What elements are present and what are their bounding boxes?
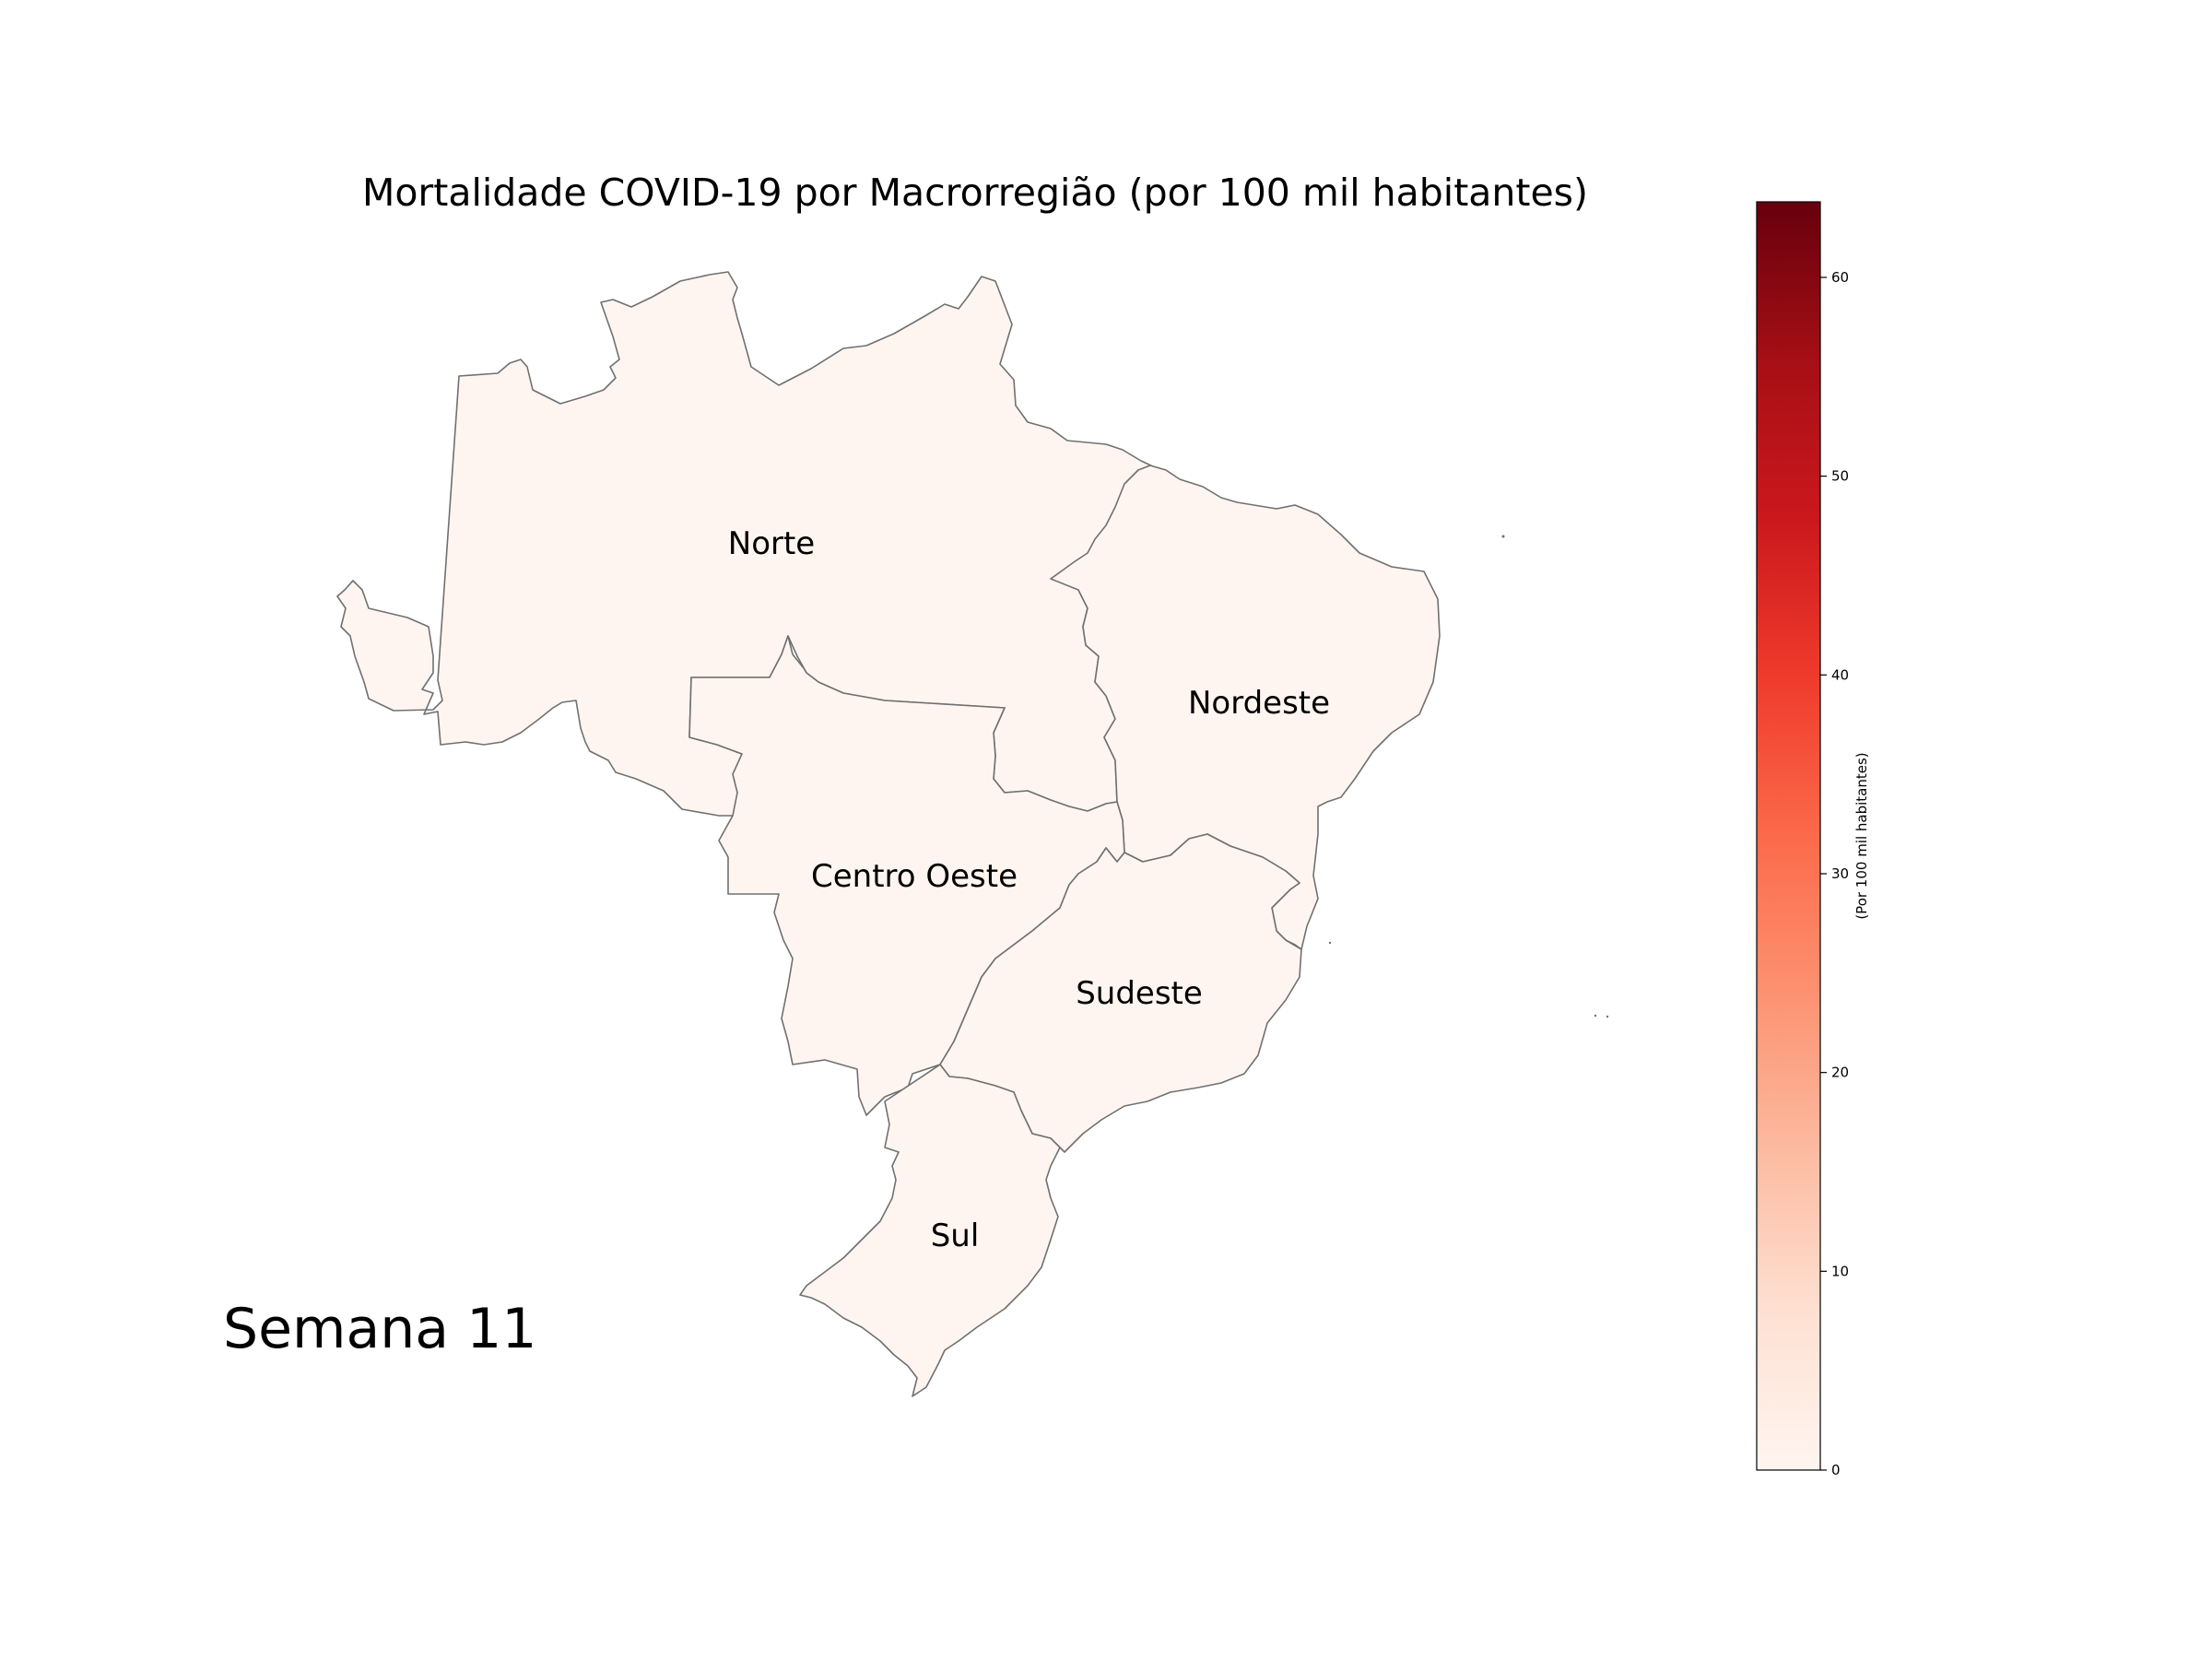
region-label-nordeste: Nordeste <box>1188 685 1330 722</box>
colorbar-tick-label: 0 <box>1831 1462 1841 1478</box>
colorbar-tick-label: 50 <box>1831 468 1849 485</box>
colorbar-tick-label: 10 <box>1831 1263 1849 1279</box>
region-label-norte: Norte <box>728 525 815 562</box>
colorbar-tick-label: 60 <box>1831 269 1849 286</box>
colorbar-tick-label: 20 <box>1831 1065 1849 1081</box>
colorbar-ticks: 0 10 20 30 40 50 60 <box>1820 269 1849 1478</box>
island-marker <box>1328 941 1332 945</box>
region-label-sul: Sul <box>931 1218 980 1254</box>
colorbar-gradient <box>1756 201 1821 1471</box>
island-marker <box>1594 1014 1597 1018</box>
colorbar-tick-label: 30 <box>1831 865 1849 882</box>
map-title: Mortalidade COVID-19 por Macrorregião (p… <box>362 171 1588 215</box>
colorbar-tick-label: 40 <box>1831 666 1849 683</box>
week-label: Semana 11 <box>223 1297 536 1361</box>
colorbar-label: (Por 100 mil habitantes) <box>1853 752 1870 919</box>
island-marker <box>1501 535 1505 538</box>
region-label-sudeste: Sudeste <box>1076 975 1203 1012</box>
colorbar: 0 10 20 30 40 50 60 (Por 100 mil habitantes) <box>1756 201 1870 1478</box>
region-label-centro-oeste: Centro Oeste <box>811 858 1018 895</box>
island-marker <box>1606 1015 1609 1018</box>
map-figure: Mortalidade COVID-19 por Macrorregião (p… <box>223 171 1870 1478</box>
